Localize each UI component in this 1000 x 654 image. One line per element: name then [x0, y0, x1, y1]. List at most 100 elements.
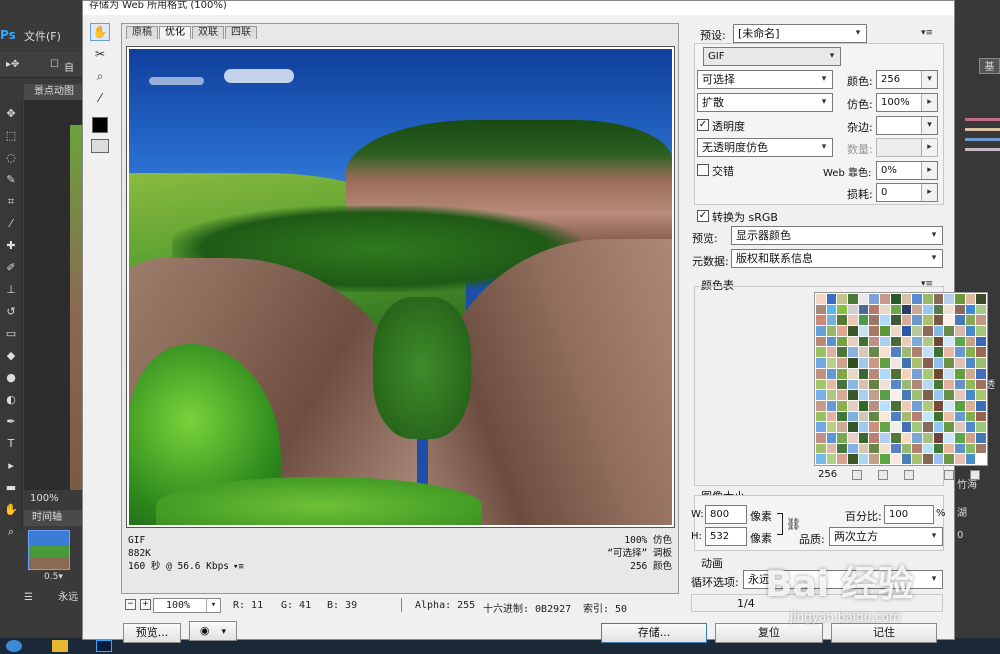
color-swatch[interactable] — [954, 390, 965, 400]
color-swatch[interactable] — [848, 336, 858, 347]
quality-select[interactable]: 两次立方 ▾ — [829, 527, 943, 546]
color-swatch[interactable] — [869, 347, 880, 358]
color-swatch[interactable] — [912, 454, 922, 464]
color-swatch[interactable] — [944, 336, 954, 347]
pen-icon[interactable]: ✒ — [3, 414, 19, 430]
color-swatch[interactable] — [933, 326, 944, 336]
color-swatch[interactable] — [869, 454, 880, 464]
color-swatch[interactable] — [901, 368, 912, 379]
color-swatch[interactable] — [922, 315, 933, 326]
workspace-button[interactable]: 基 — [979, 58, 1000, 74]
color-swatch[interactable] — [826, 368, 837, 379]
color-swatch[interactable] — [922, 400, 933, 411]
color-swatch[interactable] — [944, 379, 954, 390]
type-icon[interactable]: T — [3, 436, 19, 452]
color-swatch[interactable] — [880, 454, 890, 464]
color-swatch[interactable] — [816, 336, 826, 347]
color-swatch[interactable] — [901, 304, 912, 315]
metadata-select[interactable]: 版权和联系信息 ▾ — [731, 249, 943, 268]
color-swatch[interactable] — [965, 294, 976, 304]
layer-name[interactable]: 湖 — [957, 504, 967, 519]
color-swatch[interactable] — [880, 347, 890, 358]
color-swatch[interactable] — [965, 315, 976, 326]
zoom-tool-icon[interactable]: ⌕ — [90, 67, 110, 85]
color-swatch[interactable] — [837, 336, 848, 347]
color-swatch[interactable] — [912, 422, 922, 432]
color-swatch[interactable] — [933, 454, 944, 464]
color-swatch[interactable] — [869, 379, 880, 390]
lasso-icon[interactable]: ◌ — [3, 150, 19, 166]
color-swatch[interactable] — [890, 390, 901, 400]
color-swatch[interactable] — [880, 336, 890, 347]
lossy-input[interactable]: 0 ▸ — [876, 183, 938, 202]
color-swatch[interactable] — [880, 400, 890, 411]
color-swatch[interactable] — [965, 336, 976, 347]
color-swatch[interactable] — [816, 368, 826, 379]
web-shift-icon[interactable] — [878, 470, 888, 480]
color-swatch[interactable] — [965, 432, 976, 443]
color-swatch[interactable] — [890, 336, 901, 347]
format-select[interactable]: GIF ▾ — [703, 47, 841, 66]
color-swatch[interactable] — [858, 336, 869, 347]
color-swatch[interactable] — [869, 358, 880, 368]
color-swatch[interactable] — [848, 379, 858, 390]
color-swatch[interactable] — [901, 454, 912, 464]
color-swatch[interactable] — [869, 304, 880, 315]
color-swatch[interactable] — [826, 443, 837, 454]
color-swatch[interactable] — [858, 326, 869, 336]
color-swatch[interactable] — [880, 411, 890, 422]
color-swatch[interactable] — [837, 315, 848, 326]
web-snap-input[interactable]: 0% ▸ — [876, 161, 938, 180]
stamp-icon[interactable]: ⊥ — [3, 282, 19, 298]
color-swatch[interactable] — [880, 326, 890, 336]
color-swatch[interactable] — [912, 400, 922, 411]
color-swatch[interactable] — [880, 368, 890, 379]
color-swatch[interactable] — [826, 347, 837, 358]
color-swatch[interactable] — [954, 336, 965, 347]
color-swatch[interactable] — [890, 411, 901, 422]
color-swatch[interactable] — [869, 390, 880, 400]
color-swatch[interactable] — [912, 347, 922, 358]
timeline-loop[interactable]: ☰ 永远 — [24, 588, 78, 603]
color-swatch[interactable] — [848, 368, 858, 379]
color-swatch[interactable] — [858, 358, 869, 368]
color-swatch[interactable] — [933, 422, 944, 432]
color-swatch[interactable] — [816, 411, 826, 422]
color-swatch[interactable] — [880, 443, 890, 454]
color-swatch[interactable] — [954, 422, 965, 432]
color-swatch[interactable] — [826, 422, 837, 432]
color-swatch[interactable] — [858, 379, 869, 390]
color-swatch[interactable] — [922, 347, 933, 358]
color-swatch[interactable] — [880, 432, 890, 443]
color-swatch[interactable] — [869, 315, 880, 326]
color-swatch[interactable] — [848, 454, 858, 464]
color-swatch[interactable] — [816, 294, 826, 304]
color-swatch[interactable] — [954, 379, 965, 390]
height-input[interactable]: 532 — [705, 527, 747, 546]
percent-input[interactable]: 100 — [884, 505, 934, 524]
color-swatch[interactable] — [944, 304, 954, 315]
color-swatch[interactable] — [901, 443, 912, 454]
color-swatch[interactable] — [944, 390, 954, 400]
color-table-grid[interactable] — [814, 292, 988, 466]
delete-color-icon[interactable] — [970, 470, 980, 480]
color-swatch[interactable] — [976, 304, 986, 315]
color-swatch[interactable] — [965, 411, 976, 422]
color-swatch[interactable] — [933, 368, 944, 379]
color-swatch[interactable] — [933, 358, 944, 368]
transparency-checkbox[interactable]: ✓ — [697, 119, 709, 131]
history-brush-icon[interactable]: ↺ — [3, 304, 19, 320]
eyedropper-tool-icon[interactable]: ⁄ — [90, 89, 110, 107]
color-swatch[interactable] — [922, 411, 933, 422]
color-swatch[interactable] — [922, 294, 933, 304]
color-swatch[interactable] — [976, 422, 986, 432]
color-swatch[interactable] — [858, 390, 869, 400]
color-swatch[interactable] — [922, 390, 933, 400]
shape-icon[interactable]: ▬ — [3, 480, 19, 496]
document-tab[interactable]: 景点动图 — [24, 84, 82, 100]
preview-button[interactable]: 预览... — [123, 623, 181, 643]
color-swatch[interactable] — [944, 315, 954, 326]
color-swatch[interactable] — [848, 422, 858, 432]
color-swatch[interactable] — [837, 368, 848, 379]
color-swatch[interactable] — [954, 315, 965, 326]
